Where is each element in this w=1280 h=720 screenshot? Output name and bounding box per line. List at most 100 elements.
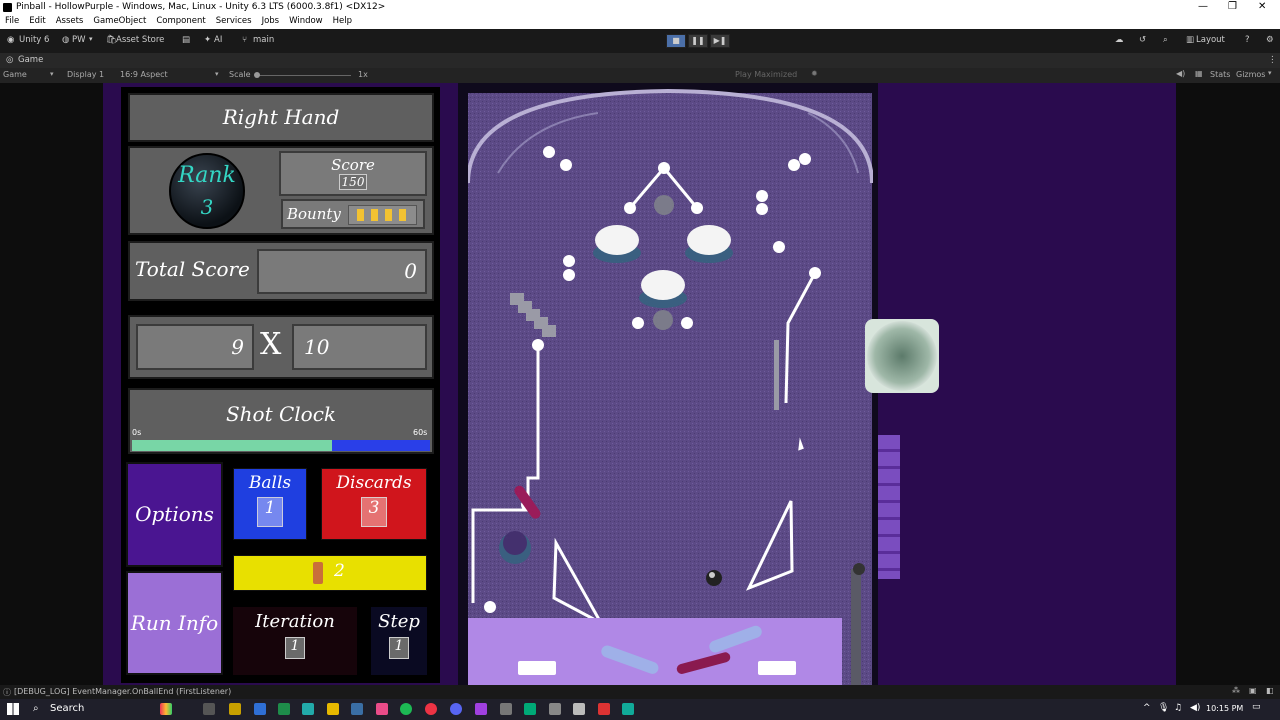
keyboard-icon[interactable]: ▦ xyxy=(1195,69,1203,78)
run-info-button[interactable]: Run Info xyxy=(126,571,223,675)
user-icon[interactable]: ◍ xyxy=(62,35,69,45)
pinball-table[interactable] xyxy=(468,83,873,685)
window-title: Pinball - HollowPurple - Windows, Mac, L… xyxy=(16,2,386,12)
menu-edit[interactable]: Edit xyxy=(29,15,45,29)
app-icon[interactable] xyxy=(524,703,536,715)
minimize-icon[interactable]: — xyxy=(1198,1,1208,12)
stats-button[interactable]: Stats xyxy=(1210,70,1230,79)
menu-assets[interactable]: Assets xyxy=(56,15,84,29)
app-icon[interactable] xyxy=(376,703,388,715)
right-outlane-target xyxy=(758,661,796,675)
user-dropdown[interactable]: PW xyxy=(72,35,86,45)
windows-start-icon[interactable] xyxy=(7,703,19,715)
step-label: Step xyxy=(378,611,420,632)
menu-services[interactable]: Services xyxy=(216,15,252,29)
multiply-sign: X xyxy=(260,327,282,362)
options-button[interactable]: Options xyxy=(126,462,223,567)
file-explorer-icon[interactable] xyxy=(327,703,339,715)
play-button[interactable]: ■ xyxy=(666,34,686,48)
close-icon[interactable]: ✕ xyxy=(1258,1,1266,12)
history-icon[interactable]: ↺ xyxy=(1139,35,1146,45)
consumable-bar: 2 xyxy=(233,555,427,591)
ai-icon[interactable]: ✦ xyxy=(204,35,211,45)
app-icon[interactable] xyxy=(622,703,634,715)
main-toolbar: ◉ Unity 6 ◍ PW ▾ 🛍 Asset Store ▤ ✦ AI ⑂ … xyxy=(0,29,1280,53)
microphone-icon[interactable]: 🎙 xyxy=(1158,703,1169,713)
more-options-icon[interactable]: ⋮ xyxy=(1268,55,1277,65)
search-icon[interactable]: ⌕ xyxy=(33,703,39,714)
bug-icon[interactable]: ✹ xyxy=(811,69,818,78)
pause-button[interactable]: ❚❚ xyxy=(688,34,708,48)
app-icon[interactable] xyxy=(475,703,487,715)
app-icon[interactable] xyxy=(278,703,290,715)
ai-button[interactable]: AI xyxy=(214,35,222,45)
next-ball-preview xyxy=(867,321,937,391)
tray-chevron-icon[interactable]: ^ xyxy=(1143,703,1151,713)
console-status-bar[interactable]: ⓘ [DEBUG_LOG] EventManager.OnBallEnd (Fi… xyxy=(0,685,1280,699)
game-viewport[interactable]: Right Hand Rank 3 Score 150 Bounty Total… xyxy=(0,83,1280,685)
menu-jobs[interactable]: Jobs xyxy=(262,15,280,29)
branch-icon[interactable]: ⑂ xyxy=(242,35,247,45)
display-dropdown[interactable]: Display 1 xyxy=(67,70,104,79)
layout-dropdown[interactable]: Layout xyxy=(1196,35,1225,45)
scale-slider[interactable] xyxy=(256,75,351,76)
discord-icon[interactable] xyxy=(450,703,462,715)
account-label[interactable]: Unity 6 xyxy=(19,35,49,45)
app-icon[interactable] xyxy=(598,703,610,715)
console-log-message[interactable]: [DEBUG_LOG] EventManager.OnBallEnd (Firs… xyxy=(14,687,231,696)
tab-game[interactable]: Game xyxy=(18,55,43,65)
restore-icon[interactable]: ❐ xyxy=(1228,1,1237,12)
step-button[interactable]: ▶❚ xyxy=(710,34,730,48)
network-icon[interactable]: ⁂ xyxy=(1232,686,1240,695)
mute-audio-icon[interactable]: ◀) xyxy=(1176,69,1185,78)
bumper xyxy=(639,270,687,308)
branch-dropdown[interactable]: main xyxy=(253,35,274,45)
score-value: 150 xyxy=(339,174,367,190)
layout-icon[interactable]: ▥ xyxy=(1186,35,1194,45)
play-maximized-dropdown[interactable]: Play Maximized xyxy=(735,70,797,79)
taskbar-search[interactable]: Search xyxy=(50,703,84,714)
run-info-label: Run Info xyxy=(130,611,219,635)
spotify-icon[interactable] xyxy=(400,703,412,715)
speaker-icon[interactable]: ◀) xyxy=(1190,703,1200,713)
aspect-dropdown[interactable]: 16:9 Aspect xyxy=(120,70,168,79)
app-icon[interactable] xyxy=(302,703,314,715)
asset-store-button[interactable]: Asset Store xyxy=(116,35,164,45)
console-icon[interactable]: ◧ xyxy=(1266,686,1274,695)
multiplier-panel: 9 X 10 xyxy=(128,315,434,379)
search-icon[interactable]: ⌕ xyxy=(1163,35,1168,45)
menu-file[interactable]: File xyxy=(5,15,19,29)
notifications-icon[interactable]: ▭ xyxy=(1252,702,1261,712)
widget-icon[interactable] xyxy=(160,703,172,715)
balls-label: Balls xyxy=(248,473,292,493)
app-icon[interactable] xyxy=(549,703,561,715)
help-icon[interactable]: ? xyxy=(1245,35,1250,45)
app-icon[interactable] xyxy=(229,703,241,715)
scale-value: 1x xyxy=(358,70,368,79)
app-icon[interactable] xyxy=(254,703,266,715)
unity-taskbar-icon[interactable] xyxy=(573,703,585,715)
iteration-value: 1 xyxy=(285,637,305,659)
game-mode-dropdown[interactable]: Game xyxy=(3,70,27,79)
kicker-hole xyxy=(654,195,674,215)
unity-account-icon[interactable]: ◉ xyxy=(7,35,14,45)
cloud-icon[interactable]: ☁ xyxy=(1115,35,1124,45)
settings-icon[interactable]: ⚙ xyxy=(1266,35,1274,45)
clock-time[interactable]: 10:15 PM xyxy=(1206,704,1243,713)
app-icon[interactable] xyxy=(500,703,512,715)
bounty-pips xyxy=(348,205,417,225)
build-icon[interactable]: ▣ xyxy=(1249,686,1257,695)
package-icon[interactable]: ▤ xyxy=(182,35,190,45)
menu-component[interactable]: Component xyxy=(156,15,205,29)
app-icon[interactable] xyxy=(351,703,363,715)
menu-help[interactable]: Help xyxy=(333,15,352,29)
menu-window[interactable]: Window xyxy=(289,15,323,29)
gizmos-button[interactable]: Gizmos xyxy=(1236,70,1265,79)
headset-icon[interactable]: ♫ xyxy=(1174,703,1182,713)
scale-slider-handle[interactable] xyxy=(254,72,260,78)
task-view-icon[interactable] xyxy=(203,703,215,715)
menu-gameobject[interactable]: GameObject xyxy=(93,15,146,29)
bumper xyxy=(593,225,641,263)
discards-label: Discards xyxy=(336,473,412,493)
chrome-icon[interactable] xyxy=(425,703,437,715)
